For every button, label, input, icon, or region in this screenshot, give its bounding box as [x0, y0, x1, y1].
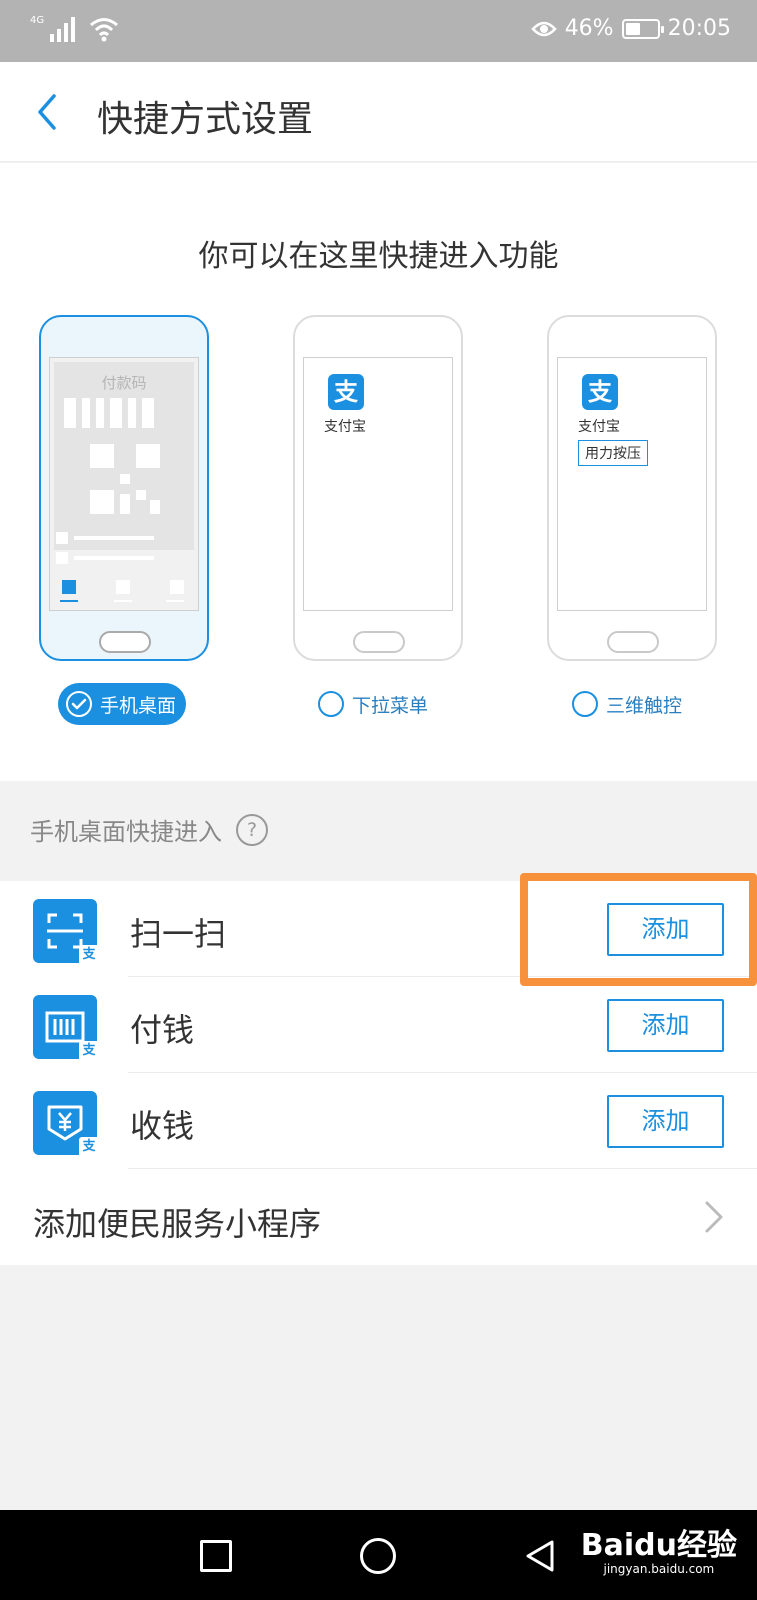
- option-label: 手机桌面: [100, 694, 177, 717]
- qr-code-icon: [90, 444, 160, 514]
- recent-apps-icon[interactable]: [200, 1540, 232, 1572]
- add-scan-button[interactable]: 添加: [607, 903, 724, 956]
- option-dropdown[interactable]: 下拉菜单: [318, 683, 428, 725]
- barcode-pay-icon: 支: [33, 995, 99, 1061]
- home-icon[interactable]: [360, 1538, 396, 1574]
- radio-icon: [572, 691, 598, 717]
- option-3d-touch[interactable]: 三维触控: [572, 683, 682, 725]
- section-title: 手机桌面快捷进入: [30, 818, 222, 846]
- wifi-icon: [90, 18, 119, 42]
- check-icon: [66, 691, 92, 717]
- alipay-icon: 支: [582, 374, 618, 410]
- preview-desktop[interactable]: 付款码: [39, 315, 209, 661]
- network-type: 4G: [30, 15, 45, 26]
- home-button-graphic: [353, 631, 405, 653]
- app-header: 快捷方式设置: [0, 62, 757, 162]
- list-item: 支 付钱 添加: [0, 977, 757, 1073]
- press-tip: 用力按压: [578, 440, 648, 466]
- baidu-watermark: Baidu经验 jingyan.baidu.com: [580, 1528, 737, 1577]
- radio-icon: [318, 691, 344, 717]
- home-button-graphic: [99, 631, 151, 653]
- battery-level: [625, 22, 640, 35]
- shortcut-label: 收钱: [130, 1107, 195, 1145]
- back-arrow-icon[interactable]: [30, 88, 70, 136]
- add-service-row[interactable]: 添加便民服务小程序: [0, 1169, 757, 1265]
- alipay-icon: 支: [328, 374, 364, 410]
- preview-3d-touch[interactable]: 支 支付宝 用力按压: [547, 315, 717, 661]
- signal-icon: [50, 16, 76, 42]
- receive-money-icon: 支: [33, 1091, 99, 1157]
- add-pay-button[interactable]: 添加: [607, 999, 724, 1052]
- barcode-graphic: [64, 398, 154, 428]
- add-receive-button[interactable]: 添加: [607, 1095, 724, 1148]
- home-button-graphic: [607, 631, 659, 653]
- app-label: 支付宝: [324, 419, 366, 435]
- status-right: 46% 20:05: [530, 16, 731, 41]
- preview-screen: 支 支付宝: [303, 357, 453, 611]
- list-item: 支 收钱 添加: [0, 1073, 757, 1169]
- list-item: 支 扫一扫 添加: [0, 881, 757, 977]
- signal-group: 4G: [30, 16, 119, 42]
- battery-percent: 46%: [564, 16, 614, 41]
- back-triangle-icon[interactable]: [522, 1538, 558, 1574]
- preview-dropdown[interactable]: 支 支付宝: [293, 315, 463, 661]
- status-bar: 4G 46% 20:05: [0, 0, 757, 62]
- watermark-url: jingyan.baidu.com: [603, 1562, 715, 1576]
- paycode-card: 付款码: [54, 362, 194, 550]
- shortcut-list: 支 扫一扫 添加 支 付钱 添加 支 收钱 添加 添加便民服务小程序: [0, 881, 757, 1265]
- app-label: 支付宝: [578, 419, 620, 435]
- help-icon[interactable]: ?: [236, 813, 268, 846]
- eye-comfort-icon: [530, 21, 557, 36]
- chevron-right-icon: [705, 1201, 723, 1233]
- alipay-badge: 支: [79, 1137, 99, 1157]
- preview-list-row: [56, 532, 154, 544]
- system-nav-bar: Baidu经验 jingyan.baidu.com: [0, 1510, 757, 1600]
- battery-icon: [621, 18, 664, 39]
- alipay-badge: 支: [79, 1041, 99, 1061]
- option-desktop[interactable]: 手机桌面: [58, 683, 187, 725]
- clock: 20:05: [667, 16, 731, 41]
- preview-screen: 付款码: [49, 357, 199, 611]
- preview-screen: 支 支付宝 用力按压: [557, 357, 707, 611]
- shortcut-mode-panel: 你可以在这里快捷进入功能 付款码 支 支付宝 支 支付宝 用力按压 手机桌面 下…: [0, 163, 757, 781]
- service-label: 添加便民服务小程序: [33, 1205, 322, 1243]
- panel-subtitle: 你可以在这里快捷进入功能: [198, 239, 559, 274]
- watermark-logo: Baidu经验: [580, 1528, 737, 1563]
- shortcut-label: 扫一扫: [130, 915, 227, 953]
- preview-tabbar: [50, 570, 198, 610]
- option-label: 三维触控: [606, 694, 683, 717]
- option-label: 下拉菜单: [352, 694, 429, 717]
- paycode-label: 付款码: [101, 374, 147, 392]
- preview-list-row: [56, 552, 154, 564]
- scan-icon: 支: [33, 899, 99, 965]
- shortcut-label: 付钱: [130, 1011, 195, 1049]
- section-label: 手机桌面快捷进入 ?: [30, 812, 268, 847]
- page-title: 快捷方式设置: [97, 99, 314, 140]
- alipay-badge: 支: [79, 945, 99, 965]
